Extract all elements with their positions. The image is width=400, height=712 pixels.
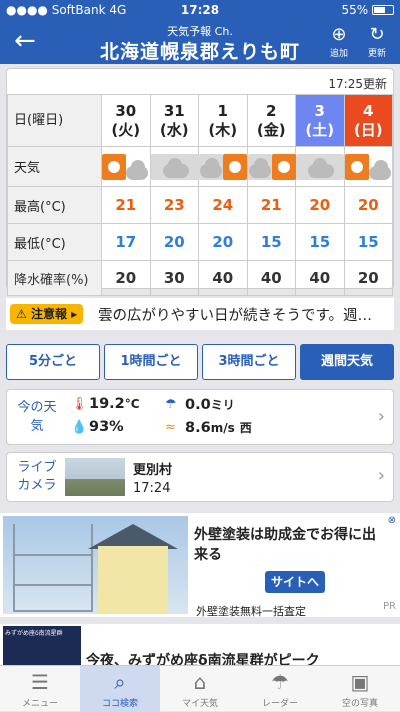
high-temp: 24 — [198, 186, 248, 224]
news-thumbnail: みずがめ座δ南流星群 — [3, 626, 81, 668]
ad-close-icon[interactable]: ⊗ — [388, 515, 396, 526]
updated-time: 17:25更新 — [328, 77, 387, 91]
weather-alert[interactable]: ⚠ 注意報 ▸ 雲の広がりやすい日が続きそうです。週… — [6, 298, 394, 330]
ad-pr-label: PR — [383, 601, 396, 612]
add-button[interactable]: ⊕ 追加 — [322, 24, 356, 59]
precip-value: 40 — [198, 260, 248, 296]
cloud-icon — [296, 153, 344, 180]
humidity-icon: 💧 — [71, 420, 88, 435]
home-icon: ⌂ — [193, 670, 207, 694]
current-humidity: 93% — [89, 419, 124, 435]
tab-my-weather[interactable]: ⌂ マイ天気 — [160, 666, 240, 712]
precip-value: 30 — [149, 260, 199, 296]
ad-cta-button[interactable]: サイトへ — [265, 571, 326, 593]
refresh-label: 更新 — [367, 49, 386, 59]
low-temp: 17 — [101, 223, 151, 261]
tab-search[interactable]: ⌕ ココ検索 — [80, 666, 160, 712]
cloud-icon — [150, 153, 199, 180]
rain-icon: ☂ — [165, 397, 177, 412]
alert-text: 雲の広がりやすい日が続きそうです。週… — [98, 308, 373, 324]
news-item[interactable]: みずがめ座δ南流星群 今夜、みずがめ座δ南流星群がピーク — [0, 624, 400, 669]
ad-subtitle: 外壁塗装無料一括査定 — [196, 605, 306, 618]
chevron-right-icon: › — [377, 406, 385, 427]
radar-icon: ☂ — [271, 670, 289, 694]
add-label: 追加 — [329, 49, 348, 59]
header: ← 天気予報 Ch. 北海道幌泉郡えりも町 ⊕ 追加 ↻ 更新 — [0, 20, 400, 64]
forecast-tabs: 5分ごと 1時間ごと 3時間ごと 週間天気 — [6, 344, 394, 382]
ad-title: 外壁塗装は助成金でお得に出来る — [194, 527, 376, 563]
menu-icon: ☰ — [31, 670, 49, 694]
live-camera-label: ライブカメラ — [17, 460, 57, 493]
precip-value: 40 — [295, 260, 345, 296]
precip-value: 40 — [246, 260, 296, 296]
high-temp: 21 — [246, 186, 296, 224]
tab-5min[interactable]: 5分ごと — [6, 344, 100, 380]
weather-row-label: 天気 — [7, 146, 102, 187]
high-temp: 20 — [343, 186, 393, 224]
battery-icon — [372, 5, 394, 15]
search-icon: ⌕ — [114, 670, 126, 694]
cloud-sun-icon — [199, 153, 247, 180]
tab-weekly[interactable]: 週間天気 — [300, 344, 394, 380]
status-bar: ●●●● SoftBank 4G 17:28 55% — [0, 0, 400, 20]
camera-place: 更別村 — [133, 463, 173, 478]
low-temp: 20 — [198, 223, 248, 261]
current-weather-card[interactable]: 今の天気 🌡 19.2°C ☂ 0.0ミリ 💧 93% ≈ 8.6m/s 西 › — [6, 389, 394, 445]
day-cell: 1 (木) — [198, 94, 248, 147]
tab-radar[interactable]: ☂ レーダー — [240, 666, 320, 712]
current-rain: 0.0ミリ — [185, 397, 235, 413]
high-row-label: 最高(°C) — [7, 186, 102, 224]
alert-badge: ⚠ 注意報 ▸ — [10, 304, 84, 324]
refresh-icon: ↻ — [369, 24, 385, 45]
camera-icon: ▣ — [350, 670, 370, 694]
tab-1hour[interactable]: 1時間ごと — [104, 344, 198, 380]
tab-3hour[interactable]: 3時間ごと — [202, 344, 296, 380]
current-weather-label: 今の天気 — [17, 400, 57, 434]
day-cell: 2 (金) — [246, 94, 296, 147]
warning-icon: ⚠ — [16, 307, 27, 321]
precip-row-label: 降水確率(%) — [7, 260, 102, 296]
low-temp: 15 — [343, 223, 393, 261]
current-wind: 8.6m/s 西 — [185, 420, 252, 436]
weekly-forecast-table: 日(曜日) 30 (火) 31 (水) 1 (木) 2 (金) 3 (土) 4 (日) 天気… — [7, 94, 393, 296]
thermometer-icon: 🌡 — [71, 397, 88, 412]
low-temp: 15 — [295, 223, 345, 261]
battery-percent: 55% — [341, 3, 369, 17]
tab-sky-photos[interactable]: ▣ 空の写真 — [320, 666, 400, 712]
wind-icon: ≈ — [165, 420, 176, 435]
clock: 17:28 — [180, 3, 220, 17]
sun-cloud-icon — [344, 153, 393, 180]
day-cell-saturday: 3 (土) — [295, 94, 345, 147]
low-temp: 20 — [149, 223, 199, 261]
refresh-button[interactable]: ↻ 更新 — [360, 24, 394, 59]
live-camera-card[interactable]: ライブカメラ 更別村 17:24 › — [6, 452, 394, 502]
camera-thumbnail — [65, 458, 125, 496]
add-location-icon: ⊕ — [331, 24, 347, 45]
high-temp: 20 — [295, 186, 345, 224]
low-temp: 15 — [246, 223, 296, 261]
cloud-sun-icon — [247, 153, 296, 180]
tab-menu[interactable]: ☰ メニュー — [0, 666, 80, 712]
precip-value: 20 — [343, 260, 393, 296]
date-row-label: 日(曜日) — [7, 94, 102, 147]
precip-value: 20 — [101, 260, 151, 296]
day-cell: 30 (火) — [101, 94, 151, 147]
weekly-forecast-card: 17:25更新 日(曜日) 30 (火) 31 (水) 1 (木) 2 (金) 3 (土)… — [6, 68, 394, 296]
camera-time: 17:24 — [133, 481, 171, 496]
ad-image — [3, 516, 188, 614]
bottom-tab-bar: ☰ メニュー ⌕ ココ検索 ⌂ マイ天気 ☂ レーダー ▣ 空の写真 — [0, 665, 400, 712]
day-cell: 31 (水) — [149, 94, 199, 147]
chevron-right-icon: › — [377, 465, 385, 486]
day-cell-sunday: 4 (日) — [343, 94, 393, 147]
current-temp: 19.2°C — [89, 396, 140, 412]
ad-banner[interactable]: 外壁塗装は助成金でお得に出来る サイトへ 外壁塗装無料一括査定 ⊗ PR — [0, 513, 400, 618]
low-row-label: 最低(°C) — [7, 223, 102, 261]
sun-cloud-icon — [102, 153, 150, 180]
high-temp: 21 — [101, 186, 151, 224]
high-temp: 23 — [149, 186, 199, 224]
